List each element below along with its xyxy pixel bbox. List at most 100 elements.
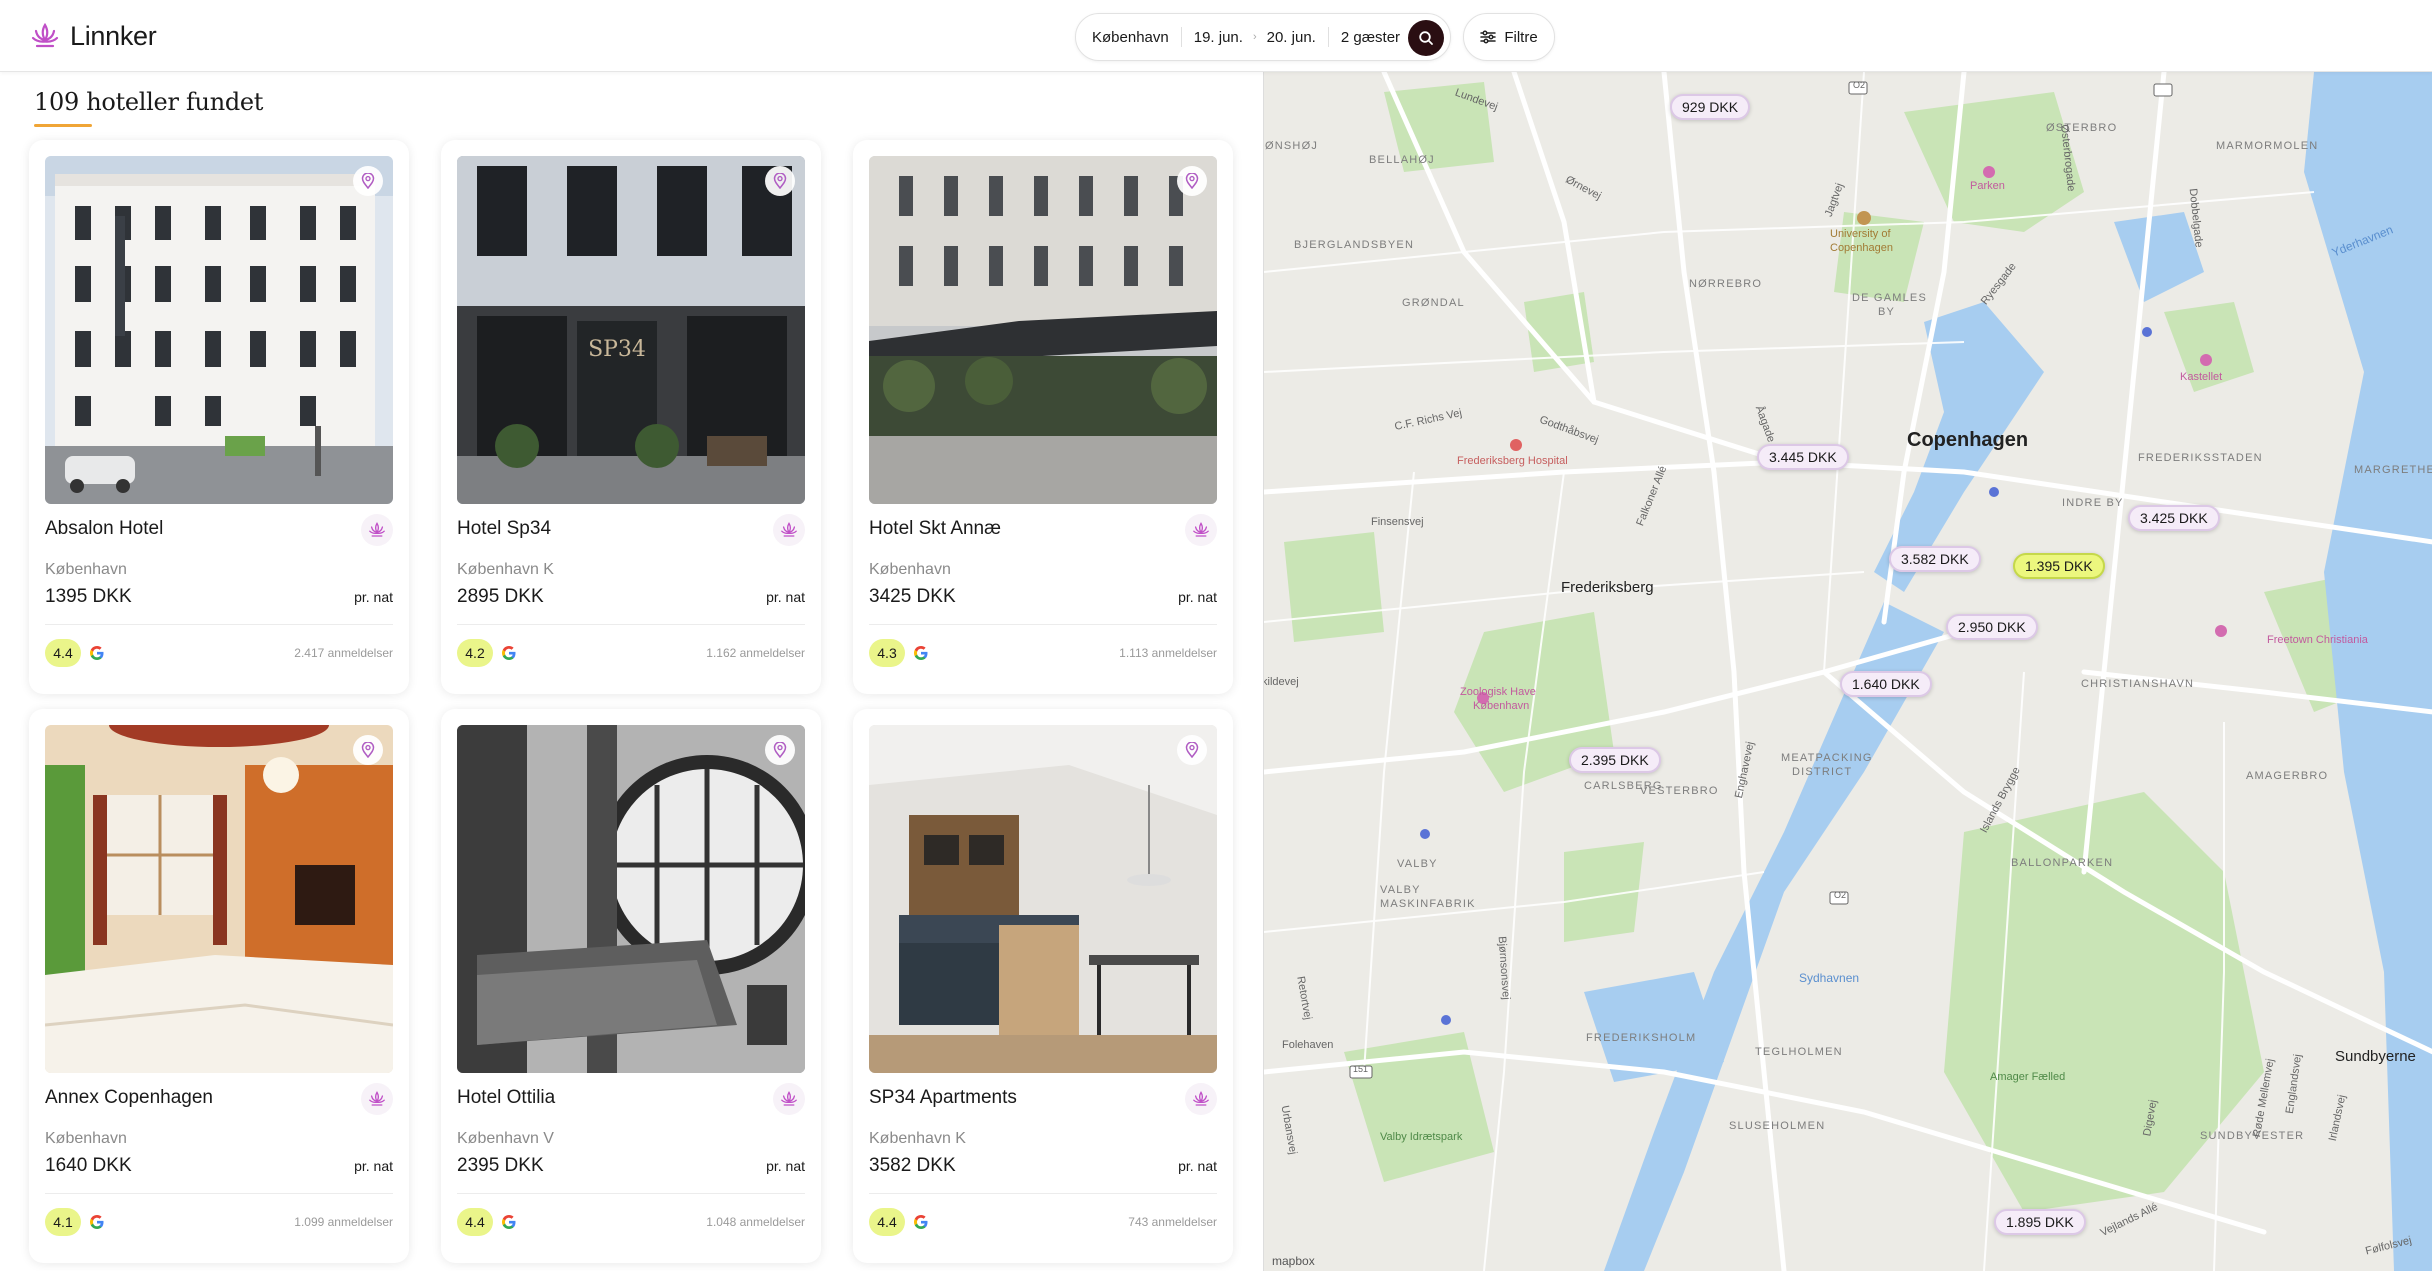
map-label: ØNSHØJ xyxy=(1265,140,1319,152)
map-label: GRØNDAL xyxy=(1402,297,1465,309)
map-pin-icon xyxy=(1185,173,1199,189)
map-price-pin[interactable]: 1.895 DKK xyxy=(1994,1209,2086,1235)
map-price-pin[interactable]: 3.445 DKK xyxy=(1757,444,1849,470)
map-label: MASKINFABRIK xyxy=(1380,898,1476,910)
favorite-button[interactable] xyxy=(1185,514,1217,546)
hotel-city: København xyxy=(45,1130,127,1147)
hotel-photo[interactable] xyxy=(869,156,1217,504)
map-poi-label: Freetown Christiania xyxy=(2267,634,2368,646)
brand-name: Linnker xyxy=(70,20,157,51)
hotel-name[interactable]: Annex Copenhagen xyxy=(45,1087,213,1109)
map-label: MEATPACKING xyxy=(1781,752,1873,764)
top-header: Linnker København 19. jun. › 20. jun. 2 … xyxy=(0,0,2432,72)
map-pin-button[interactable] xyxy=(1177,735,1207,765)
review-count: 1.162 anmeldelser xyxy=(706,646,805,660)
map-pin-button[interactable] xyxy=(353,166,383,196)
hotel-photo[interactable] xyxy=(869,725,1217,1073)
hotel-card[interactable]: SP34 Apartments København K 3582 DKK pr.… xyxy=(853,709,1233,1263)
favorite-button[interactable] xyxy=(1185,1083,1217,1115)
map-pin-icon xyxy=(773,742,787,758)
mapbox-attribution: mapbox xyxy=(1272,1254,1315,1268)
filters-label: Filtre xyxy=(1504,28,1538,46)
road-number: 151 xyxy=(1353,1064,1369,1074)
map-poi-label: University of xyxy=(1830,228,1891,240)
lotus-icon xyxy=(781,522,797,537)
review-count: 743 anmeldelser xyxy=(1128,1215,1217,1229)
map-price-pin[interactable]: 2.950 DKK xyxy=(1946,614,2038,640)
hotel-name[interactable]: Hotel Skt Annæ xyxy=(869,518,1001,540)
results-map[interactable]: ØNSHØJ BELLAHØJ BJERGLANDSBYEN GRØNDAL N… xyxy=(1263,72,2432,1271)
svg-text:SP34: SP34 xyxy=(588,337,646,362)
rating-badge: 4.4 xyxy=(45,639,81,667)
divider xyxy=(1327,27,1329,47)
map-pin-button[interactable] xyxy=(765,166,795,196)
hotel-name[interactable]: Hotel Sp34 xyxy=(457,518,551,540)
hotel-card[interactable]: SP34 Hotel Sp34 København K 2895 DKK pr.… xyxy=(441,140,821,694)
map-price-pin[interactable]: 929 DKK xyxy=(1670,94,1751,120)
favorite-button[interactable] xyxy=(773,514,805,546)
map-label: SLUSEHOLMEN xyxy=(1729,1120,1826,1132)
search-bar[interactable]: København 19. jun. › 20. jun. 2 gæster xyxy=(1075,13,1451,61)
rating-badge: 4.1 xyxy=(45,1208,81,1236)
divider xyxy=(457,1193,805,1194)
search-location[interactable]: København xyxy=(1092,29,1169,46)
hotel-photo[interactable] xyxy=(45,156,393,504)
results-count-heading: 109 hoteller fundet xyxy=(34,88,264,116)
map-pin-button[interactable] xyxy=(1177,166,1207,196)
hotel-name[interactable]: Hotel Ottilia xyxy=(457,1087,555,1109)
hotel-photo[interactable] xyxy=(45,725,393,1073)
map-label: Sundbyerne xyxy=(2335,1048,2416,1065)
search-checkin[interactable]: 19. jun. xyxy=(1194,29,1243,46)
rating-badge: 4.4 xyxy=(869,1208,905,1236)
map-price-pin[interactable]: 3.425 DKK xyxy=(2128,505,2220,531)
hotel-card[interactable]: Hotel Ottilia København V 2395 DKK pr. n… xyxy=(441,709,821,1263)
road-number: O2 xyxy=(1834,890,1847,900)
google-icon xyxy=(90,1215,104,1229)
search-button[interactable] xyxy=(1408,20,1444,56)
map-pin-icon xyxy=(773,173,787,189)
hotel-photo[interactable] xyxy=(457,725,805,1073)
map-label: MARMORMOLEN xyxy=(2216,140,2319,152)
favorite-button[interactable] xyxy=(361,1083,393,1115)
hotel-price: 3582 DKK xyxy=(869,1155,956,1176)
lotus-icon xyxy=(1193,1091,1209,1106)
hotel-name[interactable]: Absalon Hotel xyxy=(45,518,163,540)
divider xyxy=(869,1193,1217,1194)
map-pin-button[interactable] xyxy=(353,735,383,765)
map-price-pin[interactable]: 1.640 DKK xyxy=(1840,671,1932,697)
review-count: 1.099 anmeldelser xyxy=(294,1215,393,1229)
price-unit: pr. nat xyxy=(354,589,393,605)
map-label: INDRE BY xyxy=(2062,497,2124,509)
divider xyxy=(869,624,1217,625)
map-label: VALBY xyxy=(1380,884,1421,896)
chevron-right-icon: › xyxy=(1252,31,1257,43)
brand-logo[interactable]: Linnker xyxy=(30,19,157,53)
map-price-pin[interactable]: 3.582 DKK xyxy=(1889,546,1981,572)
hotel-card[interactable]: Absalon Hotel København 1395 DKK pr. nat… xyxy=(29,140,409,694)
review-count: 2.417 anmeldelser xyxy=(294,646,393,660)
favorite-button[interactable] xyxy=(773,1083,805,1115)
divider xyxy=(1180,27,1182,47)
map-pin-button[interactable] xyxy=(765,735,795,765)
map-price-pin[interactable]: 2.395 DKK xyxy=(1569,747,1661,773)
map-label: BELLAHØJ xyxy=(1369,154,1435,166)
hotel-city: København K xyxy=(457,561,554,578)
map-price-pin-active[interactable]: 1.395 DKK xyxy=(2013,553,2105,579)
map-pin-icon xyxy=(361,742,375,758)
favorite-button[interactable] xyxy=(361,514,393,546)
filters-button[interactable]: Filtre xyxy=(1463,13,1555,61)
map-label: BJERGLANDSBYEN xyxy=(1294,239,1415,251)
hotel-name[interactable]: SP34 Apartments xyxy=(869,1087,1017,1109)
search-guests[interactable]: 2 gæster xyxy=(1341,29,1400,46)
google-icon xyxy=(914,646,928,660)
lotus-icon xyxy=(1193,522,1209,537)
map-poi-label: Frederiksberg Hospital xyxy=(1457,455,1568,467)
hotel-card[interactable]: Hotel Skt Annæ København 3425 DKK pr. na… xyxy=(853,140,1233,694)
map-label: CARLSBERG xyxy=(1584,780,1663,792)
hotel-photo[interactable]: SP34 xyxy=(457,156,805,504)
review-count: 1.113 anmeldelser xyxy=(1119,646,1217,660)
search-checkout[interactable]: 20. jun. xyxy=(1267,29,1316,46)
hotel-card[interactable]: Annex Copenhagen København 1640 DKK pr. … xyxy=(29,709,409,1263)
map-label: FREDERIKSSTADEN xyxy=(2138,452,2263,464)
hotel-city: København xyxy=(869,561,951,578)
